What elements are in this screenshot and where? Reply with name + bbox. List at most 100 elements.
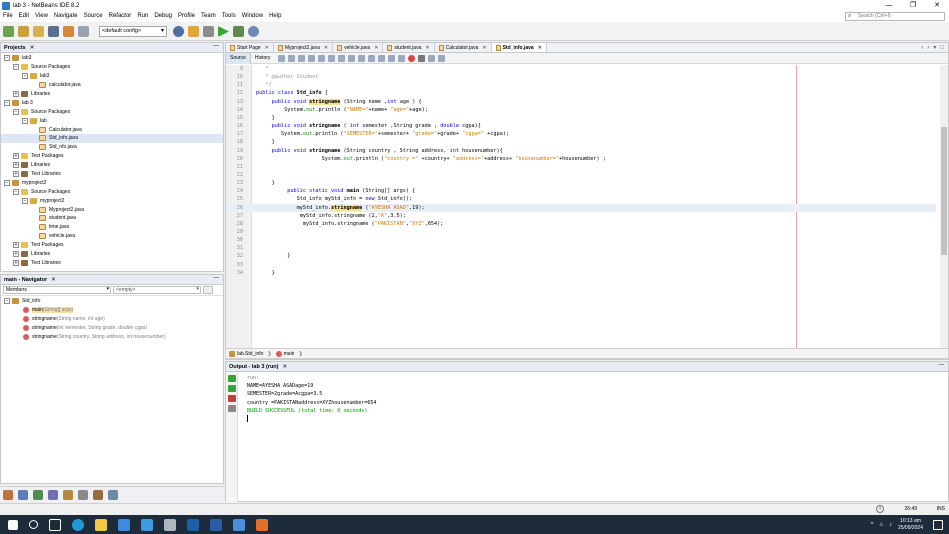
find-previous-icon[interactable] [318, 54, 326, 62]
tree-item[interactable]: Std_info.java [1, 134, 223, 143]
tree-item[interactable]: − lab3 [1, 54, 223, 63]
collapse-icon[interactable]: − [22, 197, 28, 204]
menu-file[interactable]: File [0, 11, 16, 22]
clock[interactable]: 10:13 am 25/09/2024 [898, 518, 923, 532]
code-line[interactable]: 20 System.out.println ("country =" +coun… [226, 155, 936, 163]
file-explorer-icon[interactable] [95, 518, 107, 531]
maximize-button[interactable]: ❐ [901, 0, 925, 11]
maximize-editor-icon[interactable]: □ [940, 45, 944, 51]
menu-run[interactable]: Run [134, 11, 151, 22]
output-tab[interactable]: Output - lab 3 (run) ✕ — [226, 362, 948, 372]
collapse-icon[interactable]: − [4, 99, 10, 106]
expand-icon[interactable]: + [13, 171, 19, 178]
menu-edit[interactable]: Edit [16, 11, 32, 22]
last-edit-icon[interactable] [278, 54, 286, 62]
expand-icon[interactable]: + [13, 153, 19, 160]
navigator-root[interactable]: − Std_info [1, 296, 223, 305]
netbeans-icon[interactable] [256, 518, 268, 531]
fqn-icon[interactable] [108, 489, 118, 500]
code-line[interactable]: 24 public static void main (String[] arg… [226, 187, 936, 195]
vertical-scrollbar[interactable] [940, 65, 948, 351]
collapse-icon[interactable]: − [4, 55, 10, 62]
game-icon[interactable] [164, 518, 176, 531]
minimize-button[interactable]: — [877, 0, 901, 11]
save-all-icon[interactable] [48, 26, 59, 37]
tree-item[interactable]: − Source Packages [1, 107, 223, 116]
output-settings-icon[interactable] [228, 405, 236, 412]
scroll-thumb[interactable] [941, 127, 947, 255]
breadcrumb-class[interactable]: lab.Std_info [237, 351, 263, 357]
start-macro-icon[interactable] [408, 54, 416, 62]
insert-mode[interactable]: INS [937, 506, 945, 512]
code-line[interactable]: 22 [226, 171, 936, 179]
members-select[interactable]: Members [3, 286, 111, 294]
profile-icon[interactable] [248, 26, 259, 37]
tree-item[interactable]: student.java [1, 214, 223, 223]
code-line[interactable]: 25 Std_info myStd_info = new Std_info(); [226, 195, 936, 203]
expand-icon[interactable]: + [13, 242, 19, 249]
open-project-icon[interactable] [33, 26, 44, 37]
code-line[interactable]: 28 myStd_info.stringname ("PAKISTAN","XY… [226, 220, 936, 228]
clean-build-icon[interactable] [203, 26, 214, 37]
filter-static-icon[interactable] [33, 489, 43, 500]
source-tab[interactable]: Source [226, 52, 251, 64]
breadcrumb-method[interactable]: main [284, 351, 295, 357]
tree-item[interactable]: + Libraries [1, 90, 223, 99]
navigator-member[interactable]: main(String[] args) [1, 305, 223, 314]
close-tab-icon[interactable]: ✕ [324, 45, 328, 51]
history-tab[interactable]: History [251, 53, 275, 64]
rerun-with-params-icon[interactable] [228, 385, 236, 392]
tab-list-icon[interactable]: ▾ [933, 44, 936, 51]
code-line[interactable]: 19 public void stringname (String countr… [226, 147, 936, 155]
task-view-icon[interactable] [49, 518, 61, 531]
tree-item[interactable]: + Libraries [1, 250, 223, 259]
code-line[interactable]: 13 public void stringname (String name ,… [226, 98, 936, 106]
expand-icon[interactable]: + [13, 259, 19, 266]
start-icon[interactable] [8, 519, 18, 530]
navigator-member[interactable]: stringname(String country, String addres… [1, 332, 223, 341]
menu-tools[interactable]: Tools [219, 11, 239, 22]
collapse-icon[interactable]: − [22, 117, 28, 124]
notifications-icon[interactable]: i [876, 505, 884, 513]
expand-icon[interactable]: + [13, 251, 19, 258]
code-line[interactable]: 34 } [226, 269, 936, 277]
tree-item[interactable]: + Libraries [1, 161, 223, 170]
tree-item[interactable]: − Source Packages [1, 63, 223, 72]
sort-name-icon[interactable] [78, 489, 88, 500]
code-line[interactable]: 14 System.out.println ("NAME="+name+ "ag… [226, 106, 936, 114]
filter-select[interactable]: <empty> [113, 286, 201, 294]
tree-item[interactable]: Myproject2.java [1, 205, 223, 214]
tree-item[interactable]: − Source Packages [1, 187, 223, 196]
minimize-panel-icon[interactable]: — [214, 275, 220, 281]
scroll-left-icon[interactable]: ‹ [921, 45, 923, 51]
editor-tab[interactable]: vehicle.java ✕ [333, 43, 384, 52]
navigator-member[interactable]: stringname(String name, int age) [1, 314, 223, 323]
virtualbox-icon[interactable] [187, 518, 199, 531]
collapse-icon[interactable]: − [4, 179, 10, 186]
tree-item[interactable]: vehicle.java [1, 232, 223, 241]
code-line[interactable]: 26 myStd_info.stringname ("AYESHA ASAD",… [226, 203, 936, 212]
code-line[interactable]: 18 } [226, 138, 936, 146]
filter-fields-icon[interactable] [18, 489, 28, 500]
config-select[interactable]: <default config> [99, 26, 167, 37]
forward-icon[interactable] [298, 54, 306, 62]
tree-item[interactable]: + Test Packages [1, 241, 223, 250]
filter-inherited-icon[interactable] [3, 489, 13, 500]
close-icon[interactable]: ✕ [283, 364, 288, 370]
stop-macro-icon[interactable] [418, 54, 426, 62]
next-bookmark-icon[interactable] [368, 54, 376, 62]
code-line[interactable]: 30 [226, 236, 936, 244]
collapse-icon[interactable]: − [22, 73, 28, 80]
close-button[interactable]: ✕ [925, 0, 949, 11]
word-icon[interactable] [210, 518, 222, 531]
back-icon[interactable] [288, 54, 296, 62]
mail-icon[interactable] [141, 518, 153, 531]
search-icon[interactable] [29, 520, 38, 529]
editor-tab[interactable]: Myproject2.java ✕ [274, 43, 334, 52]
menu-navigate[interactable]: Navigate [51, 11, 81, 22]
filter-inner-icon[interactable] [63, 489, 73, 500]
minimize-panel-icon[interactable]: — [939, 362, 945, 368]
chevron-up-icon[interactable]: ^ [871, 522, 874, 528]
stop-icon[interactable] [228, 395, 236, 402]
menu-window[interactable]: Window [239, 11, 266, 22]
